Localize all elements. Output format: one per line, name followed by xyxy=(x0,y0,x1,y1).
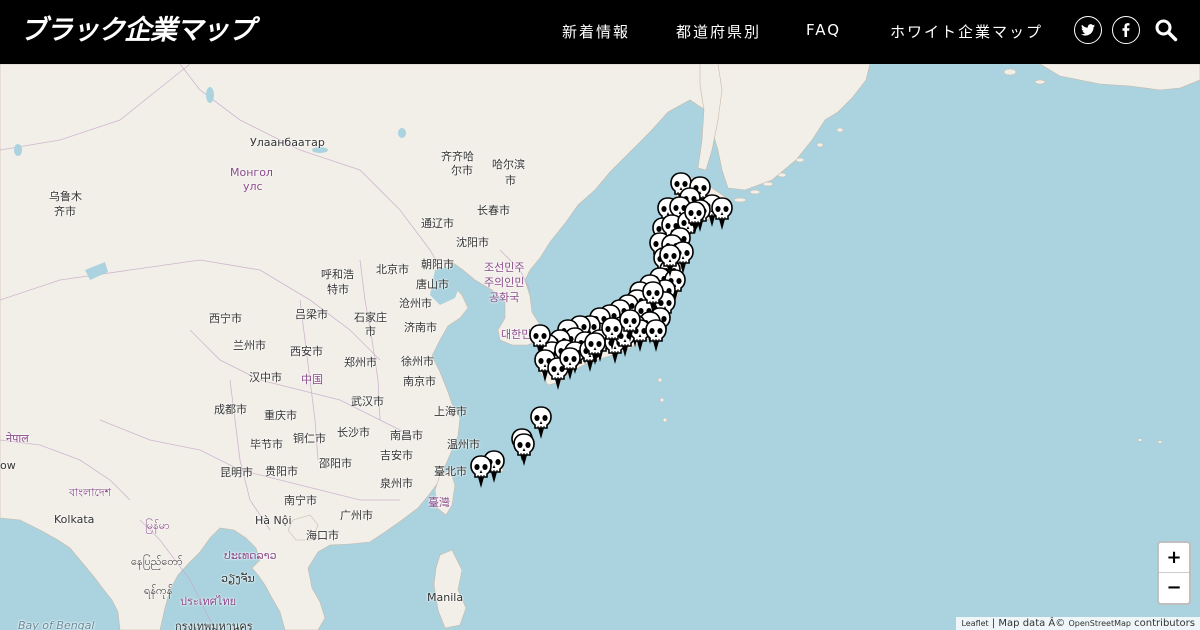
label-bay-of-bengal: Bay of Bengal xyxy=(18,619,95,630)
nav-prefecture[interactable]: 都道府県別 xyxy=(676,21,761,42)
label-kunming: 昆明市 xyxy=(220,466,253,479)
label-nepal: नेपाल xyxy=(6,432,29,445)
facebook-button[interactable] xyxy=(1112,16,1140,44)
skull-pin-icon[interactable] xyxy=(559,347,581,381)
label-beijing: 北京市 xyxy=(376,263,409,276)
osm-link[interactable]: OpenStreetMap xyxy=(1068,619,1131,628)
label-harbin-2: 市 xyxy=(505,174,516,187)
skull-pin-icon[interactable] xyxy=(470,455,492,489)
label-changsha: 长沙市 xyxy=(337,426,370,439)
skull-pin-icon[interactable] xyxy=(584,332,606,366)
twitter-icon xyxy=(1081,24,1095,36)
zoom-in-button[interactable]: + xyxy=(1159,543,1189,573)
label-mongolia: Монгол xyxy=(230,166,273,179)
label-shaoyang: 邵阳市 xyxy=(319,457,352,470)
label-naypyidaw: နေပြည်တော် xyxy=(131,555,183,568)
label-dprk-3: 공화국 xyxy=(489,291,520,304)
label-bangladesh: বাংলাদেশ xyxy=(69,486,112,499)
label-dprk-2: 주의인민 xyxy=(484,276,525,289)
label-jian: 吉安市 xyxy=(380,449,413,462)
site-logo[interactable]: ブラック企業マップ xyxy=(20,13,255,49)
label-quanzhou: 泉州市 xyxy=(380,477,413,490)
label-tangshan: 唐山市 xyxy=(416,278,449,291)
label-lanzhou: 兰州市 xyxy=(233,339,266,352)
label-taiwan: 臺灣 xyxy=(428,496,450,509)
twitter-button[interactable] xyxy=(1074,16,1102,44)
label-korea: 대한민 xyxy=(501,328,532,341)
zoom-out-button[interactable]: − xyxy=(1159,573,1189,603)
label-chongqing: 重庆市 xyxy=(264,409,297,422)
label-jinan: 济南市 xyxy=(404,321,437,334)
label-bangkok: กรุงเทพมหานคร xyxy=(175,620,253,630)
map-view[interactable]: Улаанбаатар Монгол улс 乌鲁木 齐市 齐齐哈 尔市 哈尔滨… xyxy=(0,64,1200,630)
label-guangzhou: 广州市 xyxy=(340,509,373,522)
label-shanghai: 上海市 xyxy=(434,405,467,418)
nav-faq[interactable]: FAQ xyxy=(806,21,841,39)
skull-pin-icon[interactable] xyxy=(619,309,641,343)
skull-pin-icon[interactable] xyxy=(645,319,667,353)
label-xuzhou: 徐州市 xyxy=(401,355,434,368)
label-shijiazhuang: 石家庄 xyxy=(354,311,387,324)
label-west-edge: ow xyxy=(0,459,16,472)
label-luliang: 吕梁市 xyxy=(295,308,328,321)
label-tongliao: 通辽市 xyxy=(421,217,454,230)
label-haikou: 海口市 xyxy=(306,529,339,542)
label-nanchang: 南昌市 xyxy=(390,429,423,442)
label-urumqi-2: 齐市 xyxy=(54,205,76,218)
site-header: ブラック企業マップ 新着情報 都道府県別 FAQ ホワイト企業マップ xyxy=(0,0,1200,64)
skull-pin-icon[interactable] xyxy=(684,201,706,235)
label-xining: 西宁市 xyxy=(209,312,242,325)
label-shenyang: 沈阳市 xyxy=(456,236,489,249)
label-hohhot-2: 特市 xyxy=(327,283,349,296)
nav-white-map[interactable]: ホワイト企業マップ xyxy=(890,21,1043,42)
label-xian: 西安市 xyxy=(290,345,323,358)
label-laos: ປະເທດລາວ xyxy=(224,549,277,562)
skull-pin-icon[interactable] xyxy=(711,197,733,231)
label-manila: Manila xyxy=(427,591,464,604)
label-wuhan: 武汉市 xyxy=(351,395,384,408)
label-qiqihar: 齐齐哈 xyxy=(441,150,474,163)
leaflet-link[interactable]: Leaflet xyxy=(961,619,988,628)
label-zhengzhou: 郑州市 xyxy=(344,356,377,369)
label-taipei: 臺北市 xyxy=(434,465,467,478)
search-icon[interactable] xyxy=(1154,18,1178,42)
label-harbin: 哈尔滨 xyxy=(492,158,525,171)
label-guiyang: 贵阳市 xyxy=(265,465,298,478)
label-hanoi: Hà Nội xyxy=(255,514,292,527)
label-chengdu: 成都市 xyxy=(214,403,247,416)
label-chaoyang: 朝阳市 xyxy=(421,258,454,271)
attribution-text: | Map data Â© xyxy=(988,618,1069,629)
label-yangon: ရန်ကုန် xyxy=(144,584,173,597)
label-changchun: 长春市 xyxy=(477,204,510,217)
label-thailand: ประเทศไทย xyxy=(180,595,237,608)
label-wenzhou: 温州市 xyxy=(447,438,480,451)
label-urumqi: 乌鲁木 xyxy=(49,190,82,203)
label-qiqihar-2: 尔市 xyxy=(451,164,473,177)
label-tongren: 铜仁市 xyxy=(293,432,326,445)
label-shijiazhuang-2: 市 xyxy=(365,325,376,338)
nav-news[interactable]: 新着情報 xyxy=(562,21,630,42)
label-hohhot: 呼和浩 xyxy=(321,268,354,281)
label-mongolia-2: улс xyxy=(243,180,263,193)
label-ulaanbaatar: Улаанбаатар xyxy=(250,136,325,149)
label-dprk: 조선민주 xyxy=(484,261,525,274)
skull-pin-icon[interactable] xyxy=(513,433,535,467)
label-cangzhou: 沧州市 xyxy=(399,297,432,310)
facebook-icon xyxy=(1122,23,1130,37)
label-kolkata: Kolkata xyxy=(54,513,95,526)
attribution-contrib: contributors xyxy=(1131,618,1195,629)
skull-pin-icon[interactable] xyxy=(659,244,681,278)
label-china: 中国 xyxy=(301,373,323,386)
label-vientiane: ວຽງຈັນ xyxy=(221,572,255,585)
label-nanning: 南宁市 xyxy=(284,494,317,507)
skull-pin-icon[interactable] xyxy=(642,281,664,315)
label-hanzhong: 汉中市 xyxy=(249,371,282,384)
zoom-control: + − xyxy=(1157,541,1191,605)
label-myanmar: မြန်မာ xyxy=(145,519,170,532)
map-attribution: Leaflet | Map data Â© OpenStreetMap cont… xyxy=(956,617,1200,630)
label-bijie: 毕节市 xyxy=(250,438,283,451)
label-nanjing: 南京市 xyxy=(403,375,436,388)
